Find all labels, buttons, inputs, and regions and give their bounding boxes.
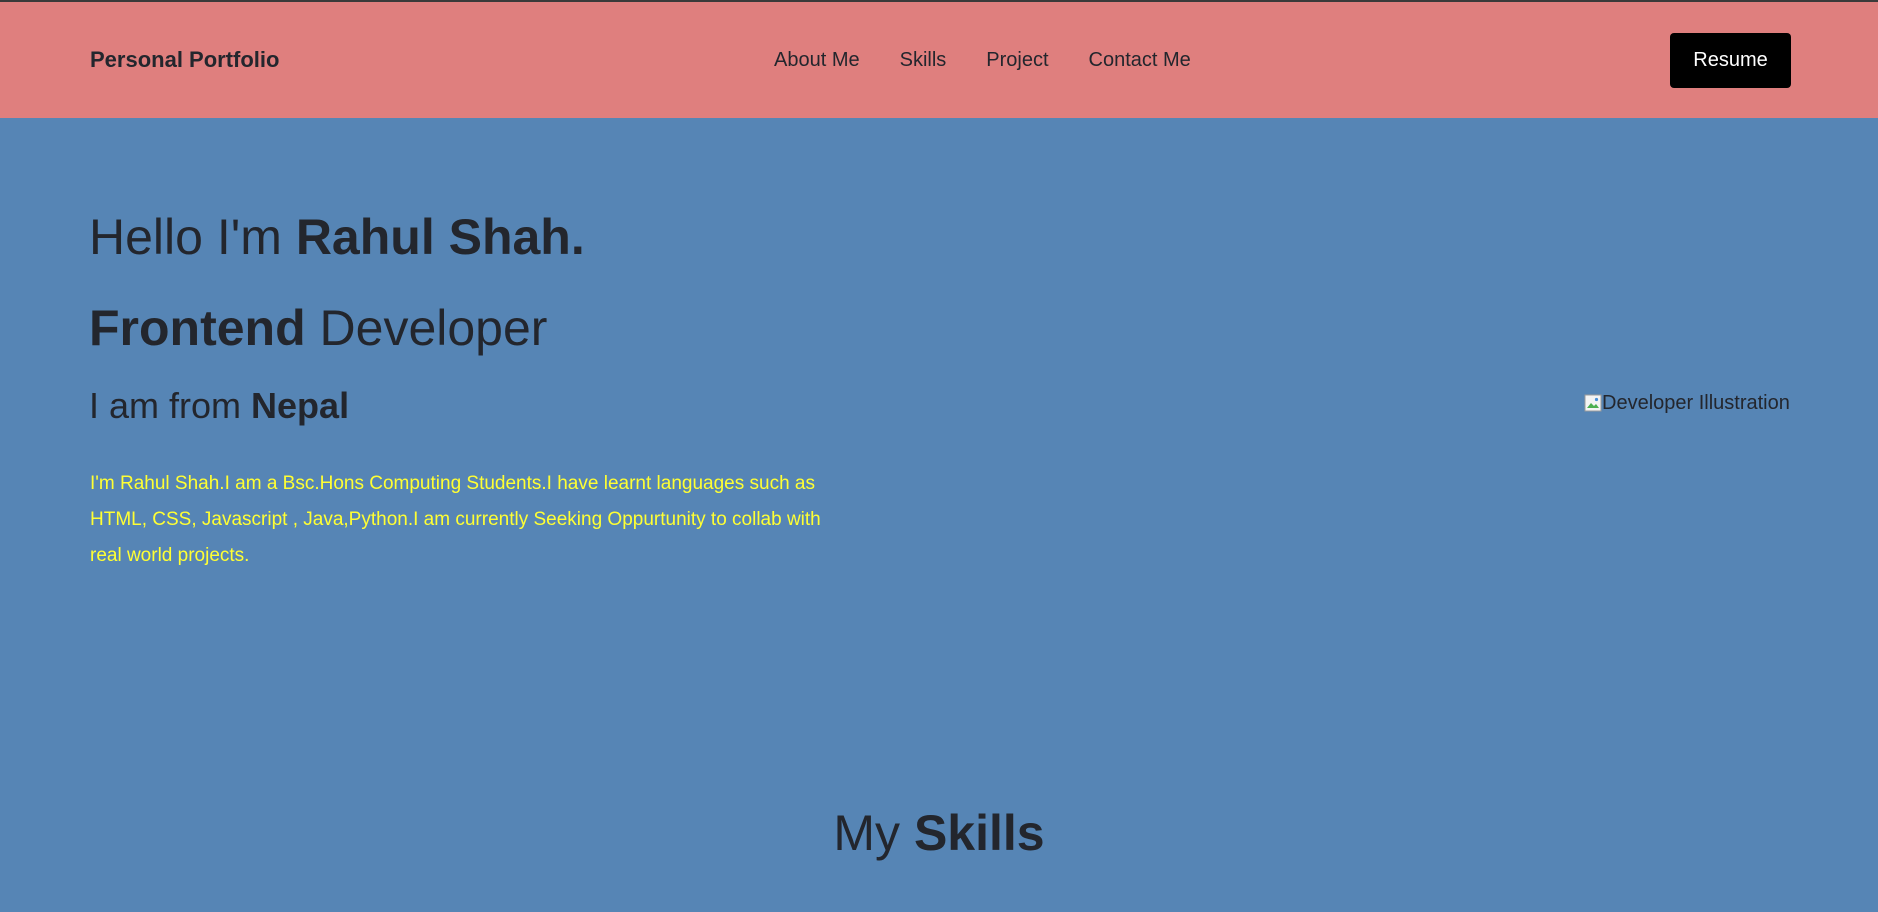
- role-bold: Frontend: [89, 300, 306, 356]
- greeting-prefix: Hello I'm: [89, 209, 296, 265]
- skills-heading: My Skills: [0, 804, 1878, 862]
- portfolio-page: Personal Portfolio About Me Skills Proje…: [0, 0, 1878, 912]
- illustration-alt-text: Developer Illustration: [1602, 392, 1790, 414]
- hero-bio: I'm Rahul Shah.I am a Bsc.Hons Computing…: [90, 473, 821, 566]
- role-rest: Developer: [305, 300, 548, 356]
- nav-link-project[interactable]: Project: [986, 48, 1048, 72]
- nav-links: About Me Skills Project Contact Me: [774, 48, 1191, 72]
- skills-heading-prefix: My: [833, 805, 914, 861]
- hero-greeting: Hello I'm Rahul Shah.: [89, 208, 585, 266]
- skills-heading-bold: Skills: [913, 805, 1045, 861]
- hero-name: Rahul Shah.: [295, 209, 585, 265]
- broken-image-icon: [1584, 394, 1602, 412]
- origin-prefix: I am from: [89, 385, 252, 426]
- origin-country: Nepal: [251, 385, 350, 426]
- hero-role: Frontend Developer: [89, 299, 547, 357]
- nav-link-contact-me[interactable]: Contact Me: [1089, 48, 1191, 72]
- navbar: Personal Portfolio About Me Skills Proje…: [0, 2, 1878, 118]
- hero-origin: I am from Nepal: [89, 385, 349, 427]
- brand-title[interactable]: Personal Portfolio: [90, 47, 279, 73]
- resume-button[interactable]: Resume: [1670, 33, 1791, 88]
- nav-link-skills[interactable]: Skills: [900, 48, 947, 72]
- nav-link-about-me[interactable]: About Me: [774, 48, 860, 72]
- developer-illustration-broken-image: Developer Illustration: [1584, 391, 1790, 415]
